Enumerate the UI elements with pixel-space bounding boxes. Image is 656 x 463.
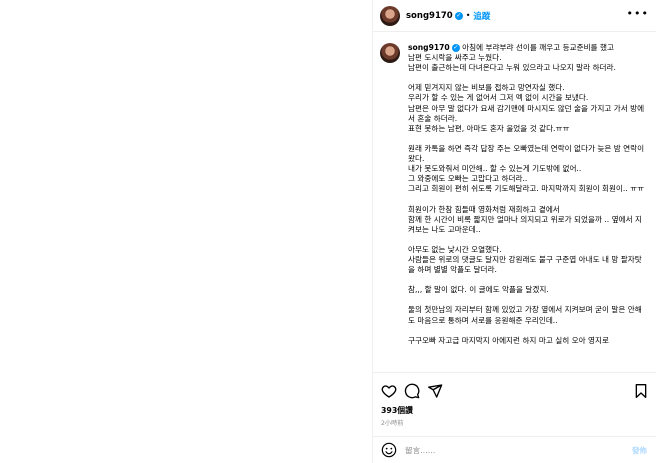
caption-text: song9170 ✓ 아침에 부랴부랴 선이를 깨우고 등교준비를 했고 남편 도… bbox=[408, 43, 648, 346]
likes-count[interactable]: 393個讚 bbox=[381, 405, 413, 416]
comment-bar: 發佈 bbox=[373, 436, 656, 463]
caption-line: 우리가 할 수 있는 게 없어서 그저 멕 없이 시간을 보냈다. bbox=[408, 93, 589, 103]
caption-line: 참,,, 할 말이 없다. 이 글에도 악플을 달겠지. bbox=[408, 285, 549, 295]
caption-line: 구구오빠 자고급 마지막지 아에지런 하지 마고 실히 오아 영지로 bbox=[408, 335, 609, 345]
caption-line: 내가 못도와줘서 미안해.. 할 수 있는게 기도밖에 없어.. bbox=[408, 164, 582, 174]
verified-badge-icon: ✓ bbox=[454, 11, 463, 20]
caption-line: 아무도 없는 낮시간 오열했다. bbox=[408, 244, 502, 254]
share-send-icon[interactable] bbox=[427, 383, 443, 399]
post-media-area bbox=[0, 0, 372, 463]
scroll-fade bbox=[373, 360, 656, 370]
save-bookmark-icon[interactable] bbox=[633, 383, 649, 399]
caption-line: 둘의 첫만남의 자리부터 함께 있었고 가장 옆에서 지켜보며 굳이 말은 안해… bbox=[408, 305, 642, 325]
caption-line: 그 와중에도 오빠는 고맙다고 하더라.. bbox=[408, 174, 528, 184]
caption-line: 그리고 회원이 편히 쉬도록 기도해달라고. 마지막까지 회원이 회원이.. ㅠ… bbox=[408, 184, 645, 194]
caption-line: 아침에 부랴부랴 선이를 깨우고 등교준비를 했고 bbox=[462, 43, 614, 52]
caption-username[interactable]: song9170 bbox=[408, 43, 450, 52]
header-username[interactable]: song9170 bbox=[406, 11, 453, 21]
verified-badge-icon: ✓ bbox=[451, 44, 460, 52]
comment-input[interactable] bbox=[405, 445, 605, 455]
caption-line: 어제 믿겨지지 않는 비보를 접하고 망연자실 했다. bbox=[408, 83, 565, 93]
caption-line: 남편이 출근하는데 다녀온다고 누워 있으라고 나오지 말라 하더라. bbox=[408, 63, 616, 73]
action-bar bbox=[373, 372, 656, 404]
caption-line: 남편 도시락을 싸주고 누웠다. bbox=[408, 53, 502, 63]
caption-line: 함께 한 시간이 비록 짧지만 얼마나 의지되고 위로가 되었을까 .. 옆에서… bbox=[408, 214, 642, 234]
avatar[interactable] bbox=[380, 5, 400, 26]
like-heart-icon[interactable] bbox=[381, 383, 397, 399]
more-options-icon[interactable]: ••• bbox=[627, 8, 649, 19]
post-comment-button[interactable]: 發佈 bbox=[632, 445, 647, 456]
caption-avatar[interactable] bbox=[380, 43, 400, 63]
caption-line: 남편은 아무 말 없다가 요새 감기맨에 마시지도 않던 술을 가지고 가서 방… bbox=[408, 103, 645, 123]
follow-button[interactable]: 追蹤 bbox=[473, 10, 490, 22]
separator-dot: • bbox=[465, 11, 471, 20]
post-detail-panel: song9170 ✓ • 追蹤 ••• song9170 ✓ 아침에 부랴부랴 선… bbox=[372, 0, 656, 463]
caption-line: 원래 카톡을 하면 즉각 답장 주는 오빠였는데 연락이 없다가 늦은 밤 연락… bbox=[408, 143, 647, 164]
caption-line: 사람들은 위로의 댓글도 달지만 강원래도 불구 구준엽 아내도 내 망 팔자탓… bbox=[408, 254, 642, 275]
caption-line: 희원이가 한참 힘들때 영화처럼 재회하고 곁에서 bbox=[408, 204, 560, 214]
post-header: song9170 ✓ • 追蹤 ••• bbox=[373, 0, 656, 32]
comment-bubble-icon[interactable] bbox=[404, 383, 420, 399]
caption-section: song9170 ✓ 아침에 부랴부랴 선이를 깨우고 등교준비를 했고 남편 도… bbox=[373, 33, 656, 370]
emoji-icon[interactable] bbox=[381, 442, 397, 458]
caption-line: 표현 못하는 남편, 아마도 혼자 울었을 것 같다.ㅠㅠ bbox=[408, 123, 570, 133]
post-timestamp[interactable]: 2小時前 bbox=[381, 418, 404, 427]
